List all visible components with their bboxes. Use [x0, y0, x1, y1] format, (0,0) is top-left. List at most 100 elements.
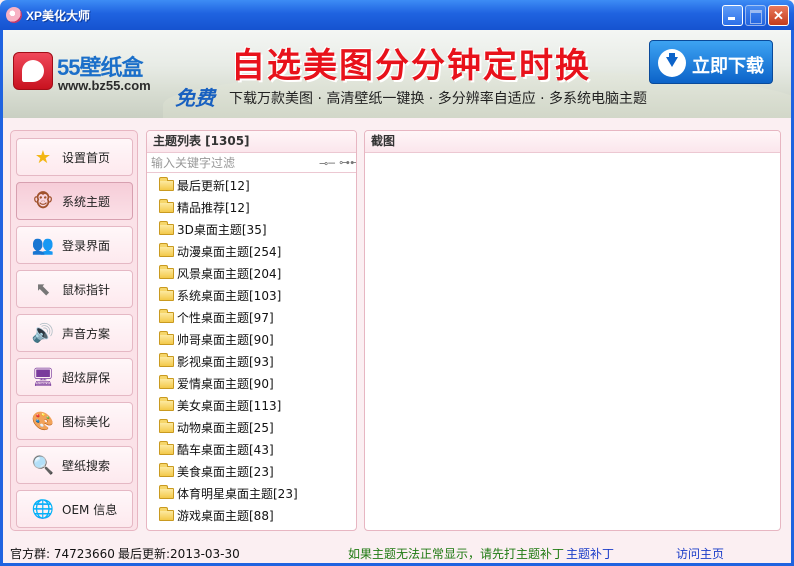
sidebar-item-cursor[interactable]: ⬉ 鼠标指针	[16, 270, 133, 308]
sidebar-item-monkey-face[interactable]: 🐵 系统主题	[16, 182, 133, 220]
theme-category-item[interactable]: 系统桌面主题[103]	[147, 284, 356, 306]
theme-category-item[interactable]: 酷车桌面主题[43]	[147, 438, 356, 460]
download-now-button[interactable]: 立即下载	[649, 40, 773, 84]
theme-category-label: 爱情桌面主题[90]	[177, 376, 274, 391]
banner-features: 下载万款美图 · 高清壁纸一键换 · 多分辨率自适应 · 多系统电脑主题	[229, 91, 648, 107]
folder-icon	[159, 374, 174, 389]
folder-icon	[159, 418, 174, 433]
theme-category-item[interactable]: 游戏桌面主题[88]	[147, 504, 356, 526]
theme-category-label: 帅哥桌面主题[90]	[177, 332, 274, 347]
bz55-logo-icon	[13, 52, 53, 90]
key-icon[interactable]: ⊸─	[319, 157, 335, 170]
theme-category-label: 动漫桌面主题[254]	[177, 244, 282, 259]
theme-category-item[interactable]: 爱情桌面主题[90]	[147, 372, 356, 394]
theme-category-item[interactable]: 风景桌面主题[204]	[147, 262, 356, 284]
globe-icon: 🌐	[31, 498, 55, 520]
theme-category-list: 最后更新[12] 精品推荐[12] 3D桌面主题[35] 动漫桌面主题[254] 风景桌…	[147, 173, 356, 526]
sidebar-item-magnifier[interactable]: 🔍 壁纸搜索	[16, 446, 133, 484]
theme-category-label: 系统桌面主题[103]	[177, 288, 282, 303]
theme-patch-link[interactable]: 主题补丁	[566, 545, 614, 562]
theme-category-label: 体育明星桌面主题[23]	[177, 486, 298, 501]
star-icon: ★	[34, 146, 52, 168]
filter-input[interactable]	[151, 154, 311, 172]
folder-icon	[159, 462, 174, 477]
theme-category-item[interactable]: 最后更新[12]	[147, 174, 356, 196]
maximize-button[interactable]	[745, 5, 766, 26]
folder-icon	[159, 396, 174, 411]
folder-icon	[159, 198, 174, 213]
sidebar-item-label: 超炫屏保	[62, 370, 111, 385]
theme-category-item[interactable]: 动物桌面主题[25]	[147, 416, 356, 438]
status-bar: 官方群: 74723660 最后更新:2013-03-30 如果主题无法正常显示…	[0, 540, 794, 566]
download-arrow-icon	[658, 49, 686, 77]
maximize-icon	[746, 6, 765, 25]
folder-icon	[159, 176, 174, 191]
download-now-label: 立即下载	[692, 56, 764, 77]
theme-category-item[interactable]: 影视桌面主题[93]	[147, 350, 356, 372]
theme-category-label: 影视桌面主题[93]	[177, 354, 274, 369]
sidebar-item-star[interactable]: ★ 设置首页	[16, 138, 133, 176]
folder-icon	[159, 484, 174, 499]
sidebar: ★ 设置首页 🐵 系统主题 👥 登录界面 ⬉ 鼠标指针 🔊 声音方案 🖥 超炫屏保 🎨 图标美化 🔍 壁纸搜索…	[10, 130, 138, 531]
sidebar-item-label: 壁纸搜索	[62, 458, 111, 473]
screenshot-panel: 截图	[364, 130, 781, 531]
sidebar-item-label: 声音方案	[62, 326, 111, 341]
folder-icon	[159, 506, 174, 521]
last-update-text: 最后更新:2013-03-30	[118, 547, 240, 561]
tree-expand-icon[interactable]: ⊶⊷	[339, 156, 356, 169]
theme-category-label: 美食桌面主题[23]	[177, 464, 274, 479]
sidebar-item-label: 设置首页	[62, 150, 111, 165]
theme-category-item[interactable]: 体育明星桌面主题[23]	[147, 482, 356, 504]
theme-category-item[interactable]: 美食桌面主题[23]	[147, 460, 356, 482]
sidebar-item-label: 系统主题	[62, 194, 111, 209]
monkey-face-icon: 🐵	[32, 190, 54, 212]
theme-category-label: 最后更新[12]	[177, 178, 250, 193]
folder-icon	[159, 220, 174, 235]
speaker-icon: 🔊	[31, 322, 55, 344]
sidebar-item-speaker[interactable]: 🔊 声音方案	[16, 314, 133, 352]
window-title: XP美化大师	[26, 9, 91, 23]
folder-icon	[159, 440, 174, 455]
sidebar-item-globe[interactable]: 🌐 OEM 信息	[16, 490, 133, 528]
theme-category-label: 风景桌面主题[204]	[177, 266, 282, 281]
banner-free-tag: 免费	[175, 86, 215, 110]
folder-icon	[159, 242, 174, 257]
banner-slogan: 自选美图分分钟定时换	[231, 46, 591, 86]
theme-category-item[interactable]: 帅哥桌面主题[90]	[147, 328, 356, 350]
theme-category-label: 精品推荐[12]	[177, 200, 250, 215]
folder-icon	[159, 286, 174, 301]
theme-category-label: 动物桌面主题[25]	[177, 420, 274, 435]
folder-icon	[159, 308, 174, 323]
minimize-icon	[723, 6, 742, 25]
theme-category-item[interactable]: 动漫桌面主题[254]	[147, 240, 356, 262]
cursor-icon: ⬉	[35, 278, 51, 300]
sidebar-item-label: 鼠标指针	[62, 282, 111, 297]
theme-category-label: 3D桌面主题[35]	[177, 222, 267, 237]
minimize-button[interactable]	[722, 5, 743, 26]
theme-category-label: 游戏桌面主题[88]	[177, 508, 274, 523]
theme-list-panel: 主题列表 [1305] ⊸─ ⊶⊷ 最后更新[12] 精品推荐[12] 3D桌面主题…	[146, 130, 357, 531]
theme-category-item[interactable]: 精品推荐[12]	[147, 196, 356, 218]
ad-banner[interactable]: 55壁纸盒 www.bz55.com 自选美图分分钟定时换 免费 下载万款美图 …	[3, 30, 791, 118]
close-button[interactable]: ✕	[768, 5, 789, 26]
theme-category-item[interactable]: 美女桌面主题[113]	[147, 394, 356, 416]
patch-notice-text: 如果主题无法正常显示，请先打主题补丁	[348, 547, 565, 561]
screenshot-title: 截图	[365, 131, 780, 153]
monitor-icon: 🖥	[31, 366, 55, 388]
folder-icon	[159, 264, 174, 279]
theme-category-item[interactable]: 个性桌面主题[97]	[147, 306, 356, 328]
title-bar[interactable]: XP美化大师 ✕	[0, 0, 794, 30]
theme-category-label: 美女桌面主题[113]	[177, 398, 282, 413]
visit-home-link[interactable]: 访问主页	[676, 545, 724, 562]
sidebar-item-palette[interactable]: 🎨 图标美化	[16, 402, 133, 440]
app-icon	[6, 7, 22, 23]
folder-icon	[159, 330, 174, 345]
users-icon: 👥	[31, 234, 55, 256]
sidebar-item-monitor[interactable]: 🖥 超炫屏保	[16, 358, 133, 396]
sidebar-item-users[interactable]: 👥 登录界面	[16, 226, 133, 264]
sidebar-item-label: 图标美化	[62, 414, 111, 429]
theme-category-item[interactable]: 3D桌面主题[35]	[147, 218, 356, 240]
theme-category-label: 酷车桌面主题[43]	[177, 442, 274, 457]
folder-icon	[159, 352, 174, 367]
palette-icon: 🎨	[31, 410, 55, 432]
